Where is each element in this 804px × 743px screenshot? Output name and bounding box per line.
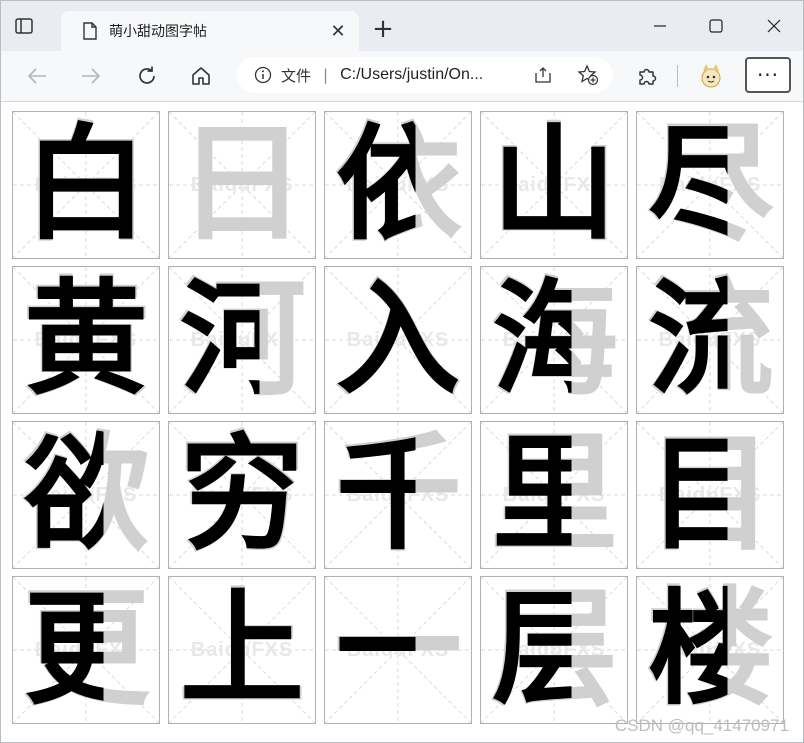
page-watermark: CSDN @qq_41470971 (614, 716, 789, 735)
profile-button[interactable] (695, 60, 727, 92)
character-cell: BaiduFXS 穷穷 (168, 421, 316, 569)
character-cell: BaiduFXS 入入 (324, 266, 472, 414)
tab-active[interactable]: 萌小甜动图字帖 ✕ (61, 11, 359, 51)
more-icon: ··· (756, 63, 780, 87)
address-url: C:/Users/justin/On... (340, 66, 484, 83)
browser-window: 萌小甜动图字帖 ✕ + 文件 | C:/Users/justin/On... ·… (0, 0, 804, 743)
page-content: BaiduFXS白白BaiduFXS日日BaiduFXS依依BaiduFXS山山… (1, 102, 803, 742)
avatar-icon (701, 64, 721, 88)
toolbar: 文件 | C:/Users/justin/On... ··· (1, 51, 803, 102)
character-ink: 山 (491, 112, 616, 257)
character-cell: BaiduFXS 海海 (480, 266, 628, 414)
address-scheme-label: 文件 (281, 66, 312, 85)
new-tab-button[interactable]: + (369, 15, 397, 43)
back-button[interactable] (21, 60, 53, 92)
character-cell: BaiduFXS 一一 (324, 576, 472, 724)
page-icon (81, 21, 99, 41)
character-cell: BaiduFXS 里里 (480, 421, 628, 569)
home-button[interactable] (185, 60, 217, 92)
character-cell: BaiduFXS 河河 (168, 266, 316, 414)
back-arrow-icon (27, 68, 46, 84)
puzzle-icon (639, 68, 657, 85)
toolbar-divider (677, 65, 678, 87)
info-icon[interactable] (253, 65, 273, 85)
minimize-button[interactable] (637, 9, 683, 43)
tab-actions-button[interactable] (11, 13, 37, 39)
character-cell: BaiduFXS 上上 (168, 576, 316, 724)
character-cell: BaiduFXS 依依 (324, 111, 472, 259)
share-icon[interactable] (533, 65, 553, 89)
character-ink: 穷 (179, 422, 304, 567)
tab-close-icon[interactable]: ✕ (327, 20, 349, 42)
character-cell: BaiduFXS日日 (168, 111, 316, 259)
minimize-icon (654, 25, 666, 27)
forward-button[interactable] (75, 60, 107, 92)
refresh-button[interactable] (131, 60, 163, 92)
favorite-add-icon[interactable] (577, 64, 599, 90)
character-cell: BaiduFXS 白白 (12, 111, 160, 259)
settings-more-button[interactable]: ··· (745, 57, 791, 93)
character-cell: BaiduFXS 目目 (636, 421, 784, 569)
character-cell: BaiduFXS 千千 (324, 421, 472, 569)
maximize-icon (709, 19, 723, 33)
character-cell: BaiduFXS 流流 (636, 266, 784, 414)
character-cell: BaiduFXS 山山 (480, 111, 628, 259)
maximize-button[interactable] (693, 9, 739, 43)
character-ink: 上 (179, 577, 304, 722)
character-cell: BaiduFXS 黄黄 (12, 266, 160, 414)
character-cell: BaiduFXS 欲欲 (12, 421, 160, 569)
character-cell: BaiduFXS 层层 (480, 576, 628, 724)
refresh-icon (139, 66, 155, 84)
forward-arrow-icon (82, 68, 101, 84)
character-cell: BaiduFXS 尽尽 (636, 111, 784, 259)
extensions-button[interactable] (631, 60, 663, 92)
home-icon (192, 67, 210, 85)
character-ghost: 日 (177, 111, 306, 259)
tab-actions-icon (15, 18, 33, 34)
title-bar: 萌小甜动图字帖 ✕ + (1, 1, 803, 51)
character-ink: 入 (335, 267, 460, 412)
tab-title: 萌小甜动图字帖 (109, 24, 207, 40)
close-icon (767, 19, 781, 33)
address-separator: | (323, 66, 329, 84)
character-cell: BaiduFXS 更更 (12, 576, 160, 724)
close-window-button[interactable] (751, 9, 797, 43)
address-bar[interactable]: 文件 | C:/Users/justin/On... (237, 57, 613, 93)
character-ink: 白 (23, 112, 148, 257)
character-cell: BaiduFXS 楼楼 (636, 576, 784, 724)
character-ink: 黄 (23, 267, 148, 412)
